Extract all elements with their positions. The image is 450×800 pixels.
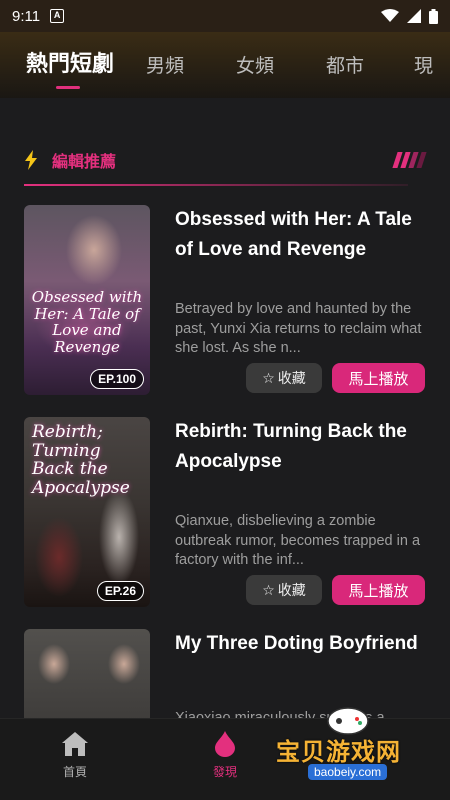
drama-poster[interactable]: Obsessed with Her: A Tale of Love and Re… bbox=[24, 205, 150, 395]
star-icon: ☆ bbox=[262, 581, 275, 598]
play-now-button[interactable]: 馬上播放 bbox=[332, 575, 425, 605]
section-header: 編輯推薦 bbox=[24, 148, 427, 172]
battery-icon bbox=[429, 8, 438, 24]
nav-discover-label: 發現 bbox=[212, 765, 237, 779]
tab-female[interactable]: 女頻 bbox=[236, 51, 274, 78]
tab-hot-short-drama[interactable]: 熱門短劇 bbox=[26, 46, 114, 78]
favorite-label: 收藏 bbox=[277, 370, 306, 386]
star-icon: ☆ bbox=[262, 369, 275, 386]
section-decoration bbox=[392, 152, 427, 168]
drama-description: Qianxue, disbelieving a zombie outbreak … bbox=[175, 513, 421, 568]
status-bar: 9:11 A bbox=[0, 0, 450, 32]
tab-male[interactable]: 男頻 bbox=[146, 51, 184, 78]
favorite-button[interactable]: ☆ 收藏 bbox=[246, 363, 322, 393]
episode-badge: EP.100 bbox=[90, 369, 144, 389]
category-header: 熱門短劇 男頻 女頻 都市 現 bbox=[0, 32, 450, 98]
bottom-nav: 首頁 發現 bbox=[0, 718, 450, 800]
tab-modern[interactable]: 現 bbox=[414, 51, 433, 78]
section-title: 編輯推薦 bbox=[52, 154, 117, 171]
active-tab-indicator bbox=[56, 86, 80, 89]
drama-title[interactable]: Obsessed with Her: A Tale of Love and Re… bbox=[175, 205, 428, 265]
category-tabs: 熱門短劇 男頻 女頻 都市 現 bbox=[0, 46, 450, 78]
drama-description: Betrayed by love and haunted by the past… bbox=[175, 301, 422, 356]
main-content[interactable]: 編輯推薦 Obsessed with Her: A Tale of Love a… bbox=[0, 98, 450, 758]
drama-card[interactable]: Rebirth; Turning Back the Apocalypse EP.… bbox=[24, 417, 428, 607]
play-now-button[interactable]: 馬上播放 bbox=[332, 363, 425, 393]
nav-home-label: 首頁 bbox=[62, 765, 87, 779]
drama-title[interactable]: Rebirth: Turning Back the Apocalypse bbox=[175, 417, 428, 477]
poster-title: Rebirth; Turning Back the Apocalypse bbox=[32, 422, 130, 499]
notification-icon: A bbox=[50, 9, 65, 23]
poster-title: Obsessed with Her: A Tale of Love and Re… bbox=[31, 288, 143, 356]
signal-icon bbox=[407, 9, 421, 23]
wifi-icon bbox=[381, 9, 399, 22]
nav-home[interactable]: 首頁 bbox=[35, 731, 115, 780]
drama-card[interactable]: Obsessed with Her: A Tale of Love and Re… bbox=[24, 205, 428, 395]
drama-poster[interactable]: Rebirth; Turning Back the Apocalypse EP.… bbox=[24, 417, 150, 607]
favorite-label: 收藏 bbox=[277, 582, 306, 598]
flame-drop-icon bbox=[215, 731, 235, 757]
section-divider bbox=[24, 184, 408, 186]
status-icons bbox=[381, 8, 438, 24]
nav-discover[interactable]: 發現 bbox=[185, 731, 265, 780]
favorite-button[interactable]: ☆ 收藏 bbox=[246, 575, 322, 605]
lightning-icon bbox=[25, 150, 37, 170]
tab-urban[interactable]: 都市 bbox=[326, 51, 364, 78]
home-icon bbox=[62, 732, 88, 756]
drama-title[interactable]: My Three Doting Boyfriend bbox=[175, 629, 428, 659]
status-time: 9:11 bbox=[12, 7, 41, 25]
episode-badge: EP.26 bbox=[96, 581, 144, 601]
